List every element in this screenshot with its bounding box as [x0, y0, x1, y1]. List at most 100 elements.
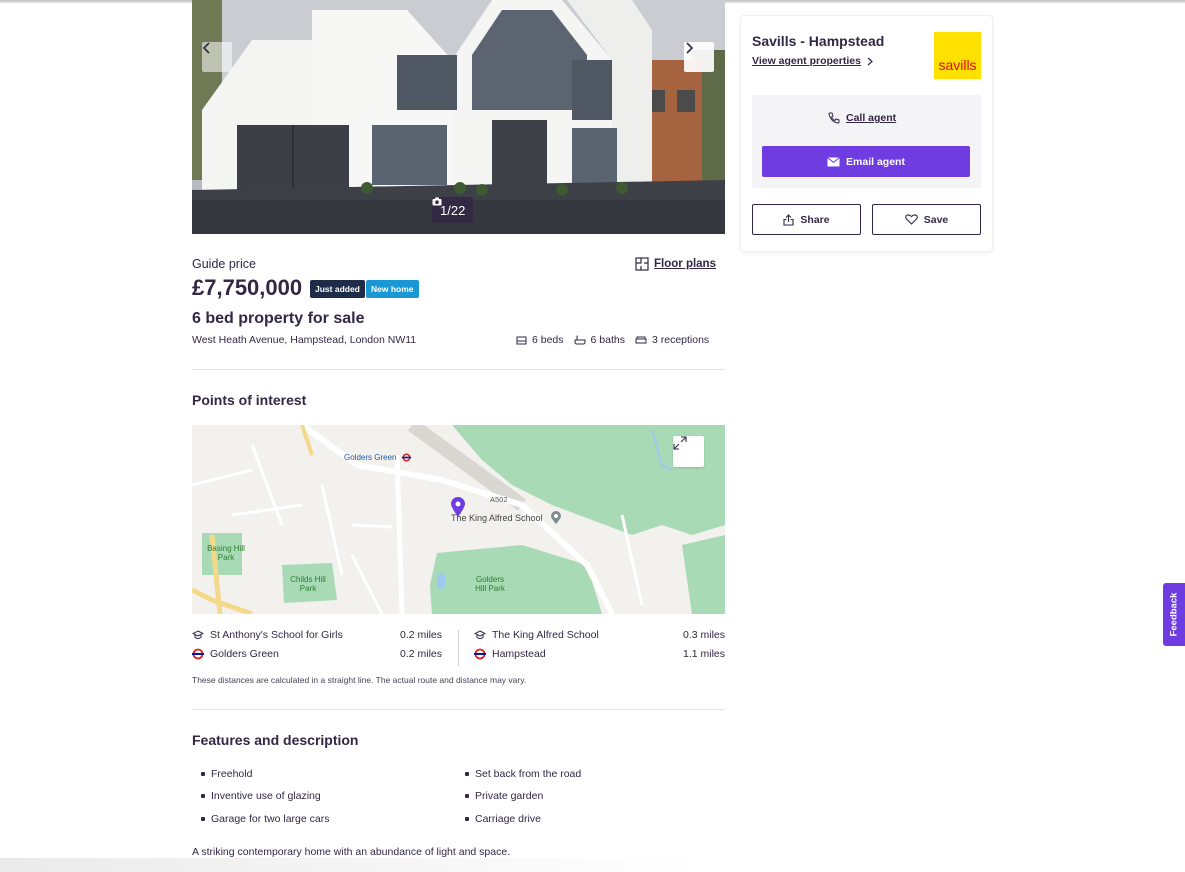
photo-counter-text: 1/22	[440, 202, 466, 218]
bullet-icon	[465, 772, 469, 776]
poi-distance: 0.2 miles	[399, 648, 442, 660]
bath-icon	[574, 335, 586, 345]
save-button[interactable]: Save	[872, 204, 981, 235]
amenities-list: 6 beds 6 baths 3 receptions	[516, 334, 709, 346]
poi-name: St Anthony's School for Girls	[210, 629, 343, 641]
poi-item: Hampstead	[474, 648, 546, 660]
bullet-icon	[465, 817, 469, 821]
expand-map-button[interactable]	[673, 436, 704, 467]
feature-item: Garage for two large cars	[201, 813, 329, 825]
feature-item: Set back from the road	[465, 768, 581, 780]
agent-logo-text: savills	[938, 57, 977, 73]
underground-roundel-icon	[402, 453, 411, 462]
property-location-pin-icon[interactable]	[450, 496, 466, 518]
feedback-label: Feedback	[1168, 592, 1180, 637]
poi-name: Golders Green	[210, 648, 279, 660]
bullet-icon	[201, 794, 205, 798]
envelope-icon	[827, 156, 840, 166]
feature-text: Inventive use of glazing	[211, 790, 321, 802]
underground-roundel-icon	[192, 648, 204, 660]
email-agent-label: Email agent	[846, 155, 905, 168]
poi-distance: 0.3 miles	[682, 629, 725, 641]
feature-item: Inventive use of glazing	[201, 790, 321, 802]
feature-text: Carriage drive	[475, 813, 541, 825]
baths-amenity: 6 baths	[574, 334, 625, 346]
receptions-count: 3 receptions	[651, 334, 710, 346]
school-icon	[474, 630, 486, 639]
phone-icon	[828, 112, 840, 124]
previous-photo-button[interactable]	[202, 42, 232, 72]
map-label-childs-hill-park: Childs Hill Park	[290, 575, 326, 593]
sofa-icon	[635, 336, 647, 344]
baths-count: 6 baths	[590, 334, 625, 346]
photo-gallery[interactable]: 1/22	[192, 0, 725, 234]
bottom-fade	[0, 858, 700, 872]
poi-item: St Anthony's School for Girls	[192, 629, 343, 641]
feature-item: Private garden	[465, 790, 543, 802]
school-icon	[192, 630, 204, 639]
floor-plans-link[interactable]: Floor plans	[635, 257, 716, 271]
receptions-amenity: 3 receptions	[635, 334, 709, 346]
call-agent-button[interactable]: Call agent	[828, 112, 896, 124]
feature-item: Freehold	[201, 768, 252, 780]
poi-name: Hampstead	[492, 648, 546, 660]
price-qualifier: Guide price	[192, 257, 256, 271]
listing-headline: 6 bed property for sale	[192, 310, 365, 327]
camera-icon	[432, 197, 442, 206]
underground-roundel-icon	[474, 648, 486, 660]
section-divider	[192, 709, 725, 710]
map-label-golders-green: Golders Green	[344, 453, 397, 462]
poi-item: The King Alfred School	[474, 629, 599, 641]
floor-plans-label: Floor plans	[654, 258, 716, 270]
map-label-golders-hill-park: Golders Hill Park	[475, 575, 505, 593]
bullet-icon	[201, 772, 205, 776]
new-home-badge: New home	[366, 280, 419, 298]
feature-text: Private garden	[475, 790, 544, 802]
poi-column-divider	[458, 630, 459, 666]
map-label-basing-hill-park: Basing Hill Park	[207, 544, 245, 562]
agent-name: Savills - Hampstead	[752, 33, 885, 49]
bullet-icon	[465, 794, 469, 798]
listing-description: A striking contemporary home with an abu…	[192, 846, 511, 858]
beds-amenity: 6 beds	[516, 334, 564, 346]
listing-address: West Heath Avenue, Hampstead, London NW1…	[192, 334, 417, 346]
share-label: Share	[800, 213, 830, 226]
poi-name: The King Alfred School	[492, 629, 599, 641]
chevron-right-icon	[686, 42, 694, 54]
poi-item: Golders Green	[192, 648, 279, 660]
feature-text: Freehold	[211, 768, 253, 780]
next-photo-button[interactable]	[684, 42, 714, 72]
feature-item: Carriage drive	[465, 813, 541, 825]
chevron-right-icon	[867, 57, 873, 65]
bullet-icon	[201, 817, 205, 821]
save-label: Save	[923, 213, 949, 226]
call-agent-label: Call agent	[846, 112, 897, 124]
contact-box: Call agent Email agent	[752, 95, 981, 188]
agent-contact-card: Savills - Hampstead View agent propertie…	[741, 16, 992, 251]
view-agent-properties-link[interactable]: View agent properties	[752, 55, 873, 67]
beds-count: 6 beds	[532, 334, 564, 346]
bed-icon	[516, 336, 527, 344]
poi-distance: 0.2 miles	[399, 629, 442, 641]
location-map[interactable]: Golders Green A502 The King Alfred Schoo…	[192, 425, 725, 614]
points-of-interest-title: Points of interest	[192, 392, 307, 408]
map-label-a502: A502	[490, 495, 508, 504]
agent-logo[interactable]: savills	[934, 32, 981, 79]
section-divider	[192, 369, 725, 370]
share-button[interactable]: Share	[752, 204, 861, 235]
photo-counter[interactable]: 1/22	[432, 197, 474, 223]
view-agent-properties-label: View agent properties	[752, 55, 861, 67]
just-added-badge: Just added	[310, 280, 365, 298]
heart-icon	[904, 214, 918, 225]
feature-text: Set back from the road	[475, 768, 582, 780]
feature-text: Garage for two large cars	[211, 813, 330, 825]
features-title: Features and description	[192, 732, 359, 748]
distance-disclaimer: These distances are calculated in a stra…	[192, 675, 527, 685]
price: £7,750,000	[192, 275, 303, 300]
poi-distance: 1.1 miles	[682, 648, 725, 660]
feedback-tab[interactable]: Feedback	[1163, 583, 1185, 646]
email-agent-button[interactable]: Email agent	[762, 146, 970, 177]
floorplan-icon	[635, 257, 649, 271]
share-icon	[783, 213, 794, 226]
expand-icon	[673, 436, 687, 450]
